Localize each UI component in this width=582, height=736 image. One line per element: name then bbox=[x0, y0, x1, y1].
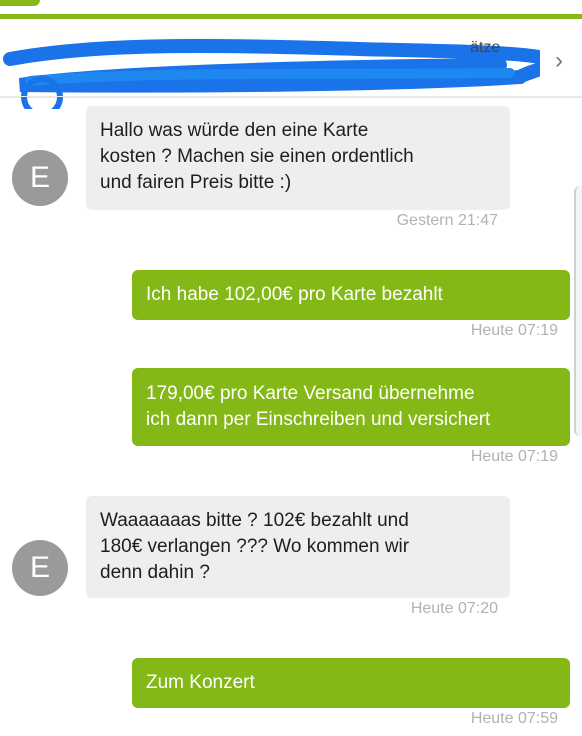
message-line: Ich habe 102,00€ pro Karte bezahlt bbox=[146, 284, 443, 305]
header-divider bbox=[0, 96, 582, 97]
header-title-fragment: ätze bbox=[470, 39, 501, 56]
message-line: denn dahin ? bbox=[100, 562, 210, 583]
message-line: ich dann per Einschreiben und versichert bbox=[146, 409, 491, 430]
message-timestamp: Heute 07:59 bbox=[470, 710, 558, 727]
message-line: und fairen Preis bitte :) bbox=[100, 172, 292, 193]
redaction-scribble bbox=[3, 39, 540, 109]
avatar[interactable]: E bbox=[12, 150, 68, 206]
message-bubble-incoming: Waaaaaaas bitte ? 102€ bezahlt und 180€ … bbox=[86, 496, 510, 598]
chevron-right-icon[interactable]: › bbox=[545, 47, 573, 75]
brand-accent-blob bbox=[0, 0, 40, 6]
message-timestamp: Heute 07:20 bbox=[410, 600, 498, 617]
message-line: 180€ verlangen ??? Wo kommen wir bbox=[100, 536, 410, 557]
message-line: 179,00€ pro Karte Versand übernehme bbox=[146, 383, 475, 404]
message-line: Waaaaaaas bitte ? 102€ bezahlt und bbox=[100, 510, 409, 531]
message-bubble-incoming: Hallo was würde den eine Karte kosten ? … bbox=[86, 106, 510, 210]
message-timestamp: Heute 07:19 bbox=[470, 322, 558, 339]
message-bubble-outgoing: Ich habe 102,00€ pro Karte bezahlt bbox=[132, 270, 570, 320]
scrollbar-edge[interactable] bbox=[574, 186, 582, 436]
message-timestamp: Gestern 21:47 bbox=[396, 212, 498, 229]
message-line: kosten ? Machen sie einen ordentlich bbox=[100, 146, 414, 167]
message-timestamp: Heute 07:19 bbox=[470, 448, 558, 465]
message-line: Hallo was würde den eine Karte bbox=[100, 120, 369, 141]
message-bubble-outgoing: Zum Konzert bbox=[132, 658, 570, 708]
chat-header[interactable]: ätze › bbox=[0, 19, 582, 109]
message-line: Zum Konzert bbox=[146, 672, 255, 693]
avatar[interactable]: E bbox=[12, 540, 68, 596]
message-bubble-outgoing: 179,00€ pro Karte Versand übernehme ich … bbox=[132, 368, 570, 446]
